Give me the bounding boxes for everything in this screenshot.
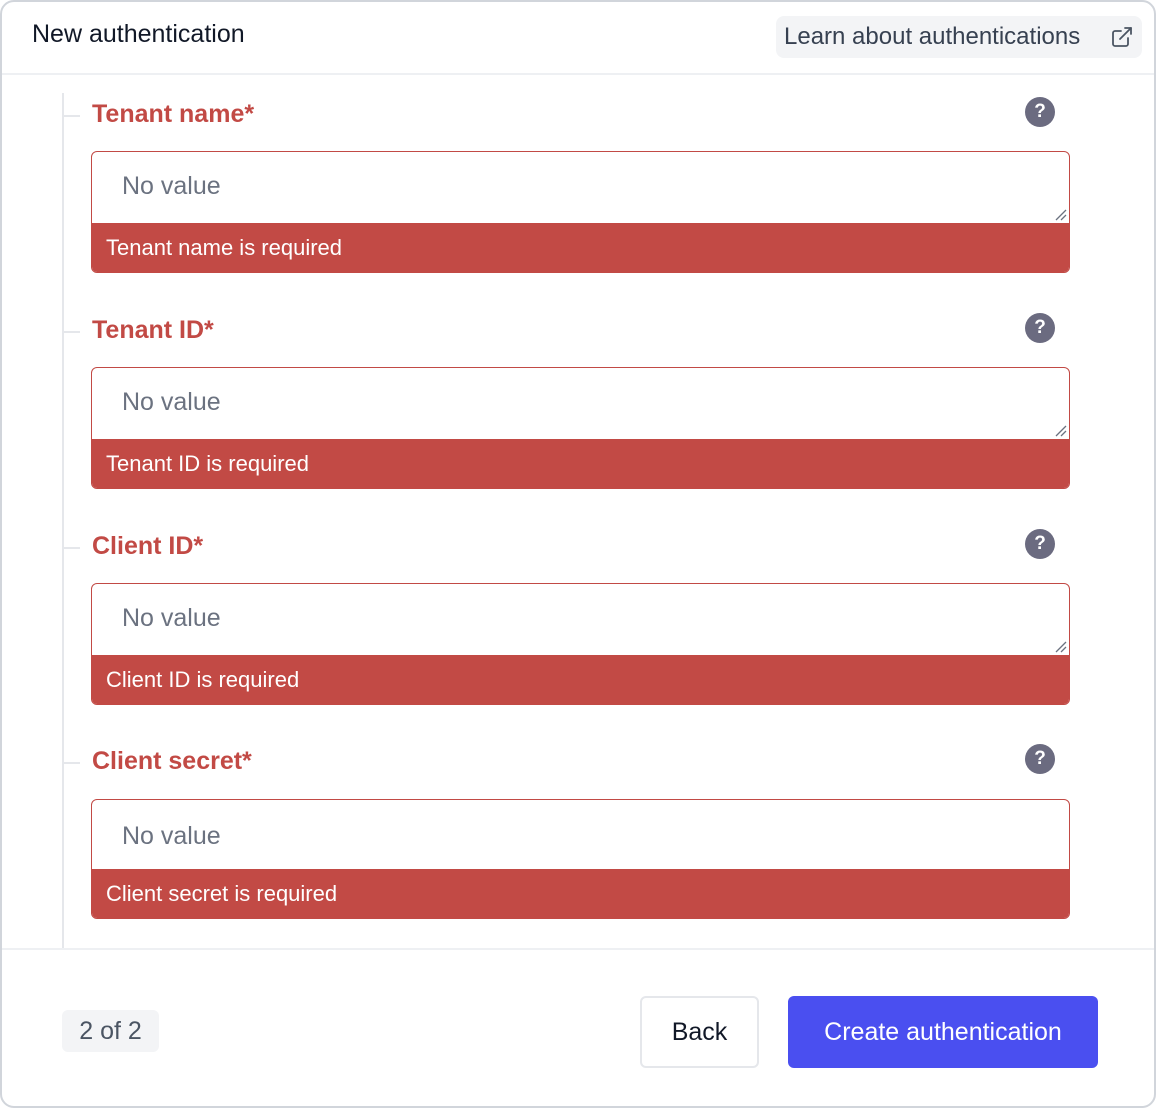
create-authentication-button[interactable]: Create authentication <box>788 996 1098 1068</box>
client-id-input-box: Client ID is required <box>91 583 1070 705</box>
step-indicator: 2 of 2 <box>62 1010 159 1052</box>
learn-about-authentications-link[interactable]: Learn about authentications <box>776 16 1142 58</box>
resize-handle-icon[interactable] <box>1053 423 1067 437</box>
field-label: Tenant ID* <box>92 316 214 344</box>
tenant-name-input[interactable] <box>92 152 1069 224</box>
resize-handle-icon[interactable] <box>1053 207 1067 221</box>
tenant-name-error: Tenant name is required <box>92 223 1069 272</box>
tree-tick <box>64 115 80 117</box>
field-label: Client secret* <box>92 747 252 775</box>
tree-tick <box>64 331 80 333</box>
tree-connector-line <box>62 93 64 948</box>
back-button[interactable]: Back <box>640 996 759 1068</box>
question-circle-icon[interactable]: ? <box>1025 313 1055 343</box>
modal-header: New authentication Learn about authentic… <box>2 2 1154 75</box>
client-id-error: Client ID is required <box>92 655 1069 704</box>
tree-tick <box>64 547 80 549</box>
tenant-id-input-box: Tenant ID is required <box>91 367 1070 489</box>
field-label: Tenant name* <box>92 100 255 128</box>
client-secret-error: Client secret is required <box>92 869 1069 918</box>
tenant-id-input[interactable] <box>92 368 1069 440</box>
resize-handle-icon[interactable] <box>1053 639 1067 653</box>
question-circle-icon[interactable]: ? <box>1025 97 1055 127</box>
client-secret-input[interactable] <box>92 800 1069 872</box>
tenant-id-error: Tenant ID is required <box>92 439 1069 488</box>
client-id-input[interactable] <box>92 584 1069 656</box>
learn-link-label: Learn about authentications <box>784 23 1081 50</box>
question-circle-icon[interactable]: ? <box>1025 529 1055 559</box>
tenant-name-input-box: Tenant name is required <box>91 151 1070 273</box>
external-link-icon <box>1112 27 1132 47</box>
new-authentication-modal: New authentication Learn about authentic… <box>0 0 1156 1108</box>
modal-title: New authentication <box>32 20 245 48</box>
client-secret-input-box: Client secret is required <box>91 799 1070 919</box>
tree-tick <box>64 762 80 764</box>
modal-footer: 2 of 2 Back Create authentication <box>2 948 1154 1106</box>
field-label: Client ID* <box>92 532 204 560</box>
question-circle-icon[interactable]: ? <box>1025 744 1055 774</box>
form-fields-area: Tenant name* ? Tenant name is required T… <box>2 77 1154 948</box>
